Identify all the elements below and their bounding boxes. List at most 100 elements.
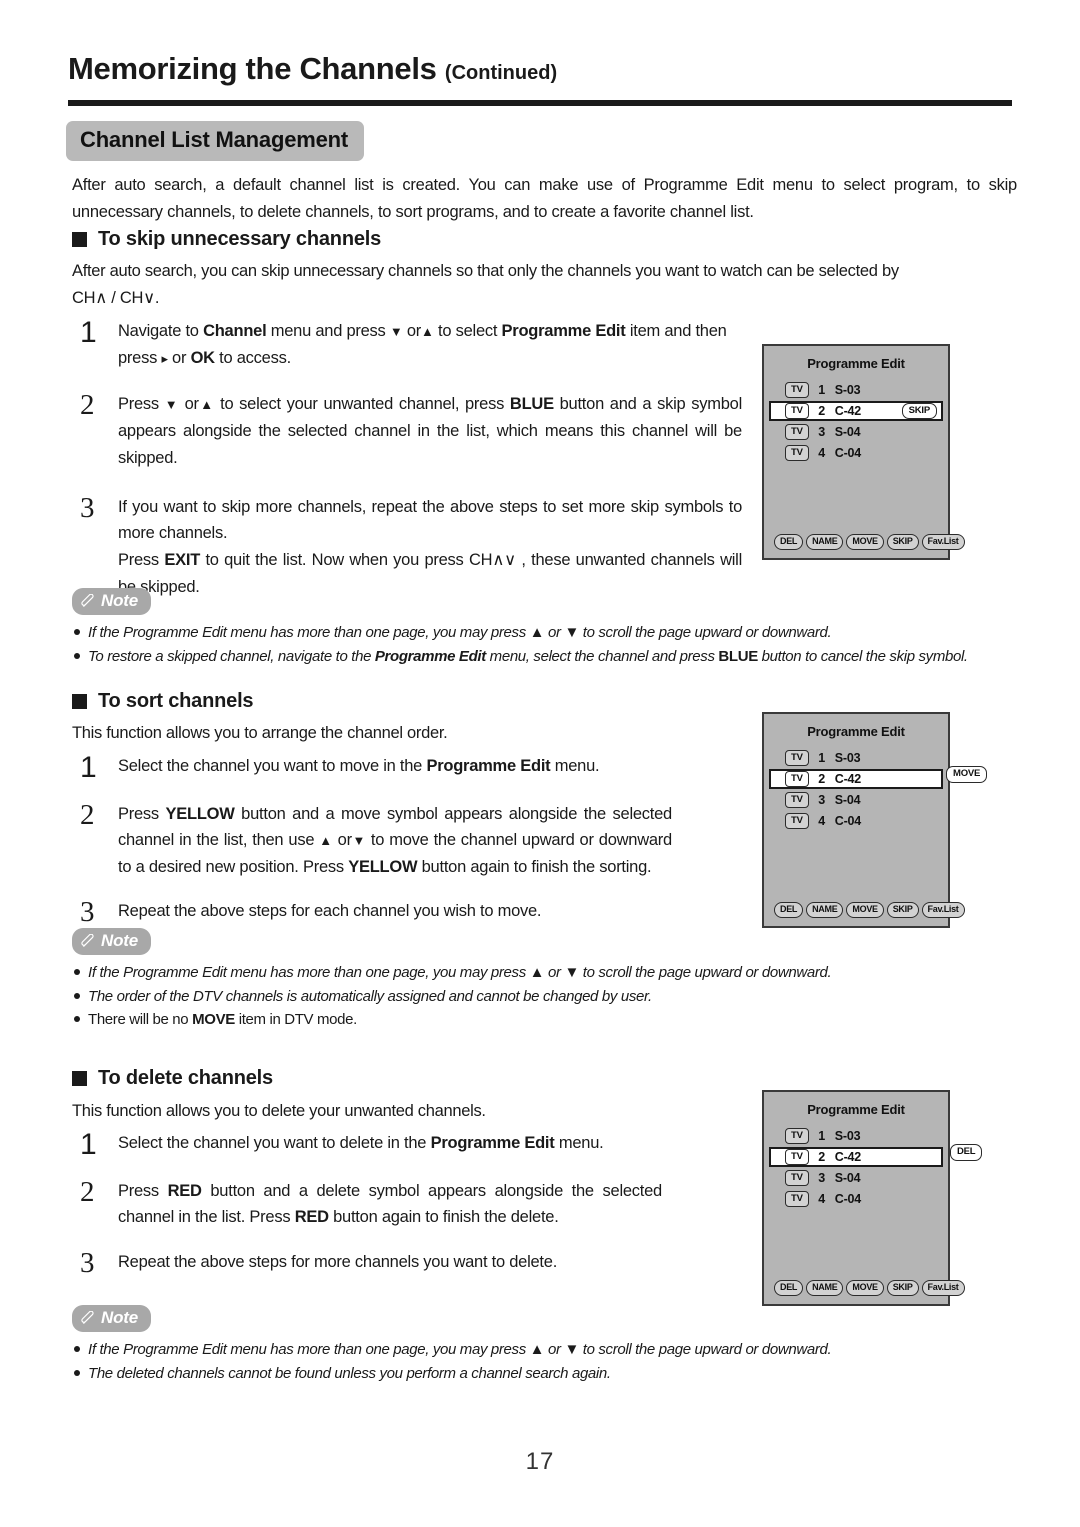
osd-button-skip[interactable]: SKIP <box>886 534 919 550</box>
osd-button-move[interactable]: MOVE <box>846 534 884 550</box>
header-divider <box>68 100 1012 106</box>
page-title-continued: (Continued) <box>444 62 558 84</box>
step-text-part: or <box>178 395 199 414</box>
step-text-bold: Programme Edit <box>426 757 551 775</box>
move-flag-badge: MOVE <box>946 766 988 783</box>
step-text-bold: BLUE <box>509 395 554 414</box>
note-badge: Note <box>72 928 151 955</box>
osd-title: Programme Edit <box>807 724 905 739</box>
step-text-part: menu and press <box>266 322 390 340</box>
page-title: Memorizing the Channels (Continued) <box>68 51 1018 86</box>
step-text-part: to quit the list. Now when you press CH <box>200 551 493 570</box>
arrow-up-icon: ▲ <box>319 833 333 849</box>
note-text-part: There will be no <box>88 1011 193 1029</box>
osd-channel-row[interactable]: TV 3 S-04 <box>773 790 939 810</box>
pencil-icon <box>81 1310 94 1324</box>
page-number: 17 <box>525 1448 555 1475</box>
note-text-part: or <box>544 964 565 981</box>
note-item: If the Programme Edit menu has more than… <box>72 961 1022 985</box>
step-text-bold: Programme Edit <box>501 322 626 340</box>
note-badge-label: Note <box>101 591 138 610</box>
step-number: 3 <box>80 1246 95 1279</box>
tv-type-tag: TV <box>785 812 809 830</box>
channel-name: S-04 <box>834 1171 861 1185</box>
skip-flag-badge: SKIP <box>901 402 937 420</box>
osd-channel-row[interactable]: TV 3 S-04 <box>773 1168 939 1188</box>
bullet-square-icon <box>72 232 87 247</box>
osd-button-del[interactable]: DEL <box>774 534 804 550</box>
step-number: 2 <box>80 389 95 422</box>
note-text-part: or <box>544 624 565 641</box>
osd-button-fav-list[interactable]: Fav.List <box>921 902 965 918</box>
osd-button-name[interactable]: NAME <box>806 534 844 550</box>
step-text: Press YELLOW button and a move symbol ap… <box>118 801 672 881</box>
skip-lede-line2: CH∧ / CH∨. <box>72 288 160 307</box>
osd-button-move[interactable]: MOVE <box>846 1280 884 1296</box>
channel-name: C-42 <box>834 404 862 418</box>
osd-button-skip[interactable]: SKIP <box>886 1280 919 1296</box>
osd-channel-row[interactable]: TV 1 S-03 <box>773 380 939 400</box>
tv-type-tag: TV <box>785 1169 809 1187</box>
arrow-down-icon: ▼ <box>564 624 579 641</box>
osd-button-move[interactable]: MOVE <box>846 902 884 918</box>
section-intro-paragraph: After auto search, a default channel lis… <box>72 176 1017 221</box>
arrow-up-icon: ▲ <box>529 964 545 981</box>
osd-panel-skip: Programme Edit TV 1 S-03 TV 2 C-42 SKIP … <box>762 344 965 560</box>
step-text-part: or <box>167 348 191 367</box>
step-number: 1 <box>80 1128 97 1161</box>
channel-name: C-42 <box>834 772 862 786</box>
tv-type-tag: TV <box>785 381 809 399</box>
tv-type-tag: TV <box>785 423 809 441</box>
step-item: 2 Press RED button and a delete symbol a… <box>72 1177 662 1231</box>
manual-page: Memorizing the Channels (Continued) Chan… <box>0 0 1080 1527</box>
osd-channel-row-selected[interactable]: TV 2 C-42 SKIP <box>769 401 943 421</box>
arrow-down-icon: ▼ <box>164 397 179 413</box>
osd-button-del[interactable]: DEL <box>774 1280 804 1296</box>
note-block-sort: Note If the Programme Edit menu has more… <box>72 928 1022 1032</box>
step-text: Repeat the above steps for more channels… <box>118 1252 558 1271</box>
ch-updown-icon: ∧∨ <box>492 551 516 570</box>
osd-channel-list: TV 1 S-03 TV 2 C-42 TV 3 S-04 TV 4 C-04 <box>769 1126 943 1209</box>
step-text: Press RED button and a delete symbol app… <box>118 1178 662 1231</box>
tv-type-tag: TV <box>785 1127 809 1145</box>
osd-channel-row[interactable]: TV 1 S-03 <box>773 748 939 768</box>
osd-channel-row[interactable]: TV 4 C-04 <box>773 811 939 831</box>
channel-name: C-04 <box>834 446 862 460</box>
channel-name: S-03 <box>834 1129 861 1143</box>
step-text-part: menu. <box>550 757 600 775</box>
osd-channel-row[interactable]: TV 4 C-04 <box>773 1189 939 1209</box>
osd-channel-row[interactable]: TV 4 C-04 <box>773 443 939 463</box>
note-text-bold: MOVE <box>192 1011 235 1029</box>
tv-type-tag: TV <box>785 791 809 809</box>
osd-button-name[interactable]: NAME <box>806 1280 844 1296</box>
osd-channel-row-selected[interactable]: TV 2 C-42 <box>769 769 943 789</box>
note-items: If the Programme Edit menu has more than… <box>72 961 1022 1032</box>
delete-lede: This function allows you to delete your … <box>72 1102 486 1120</box>
osd-channel-row[interactable]: TV 3 S-04 <box>773 422 939 442</box>
note-text-part: menu, select the channel and press <box>485 647 719 665</box>
step-number: 3 <box>80 491 95 524</box>
osd-channel-list: TV 1 S-03 TV 2 C-42 TV 3 S-04 TV 4 C-04 <box>769 748 943 831</box>
osd-button-fav-list[interactable]: Fav.List <box>921 1280 965 1296</box>
osd-channel-row-selected[interactable]: TV 2 C-42 <box>769 1147 943 1167</box>
page-title-main: Memorizing the Channels <box>68 51 437 86</box>
channel-number: 1 <box>818 1129 826 1143</box>
step-number: 1 <box>80 751 97 784</box>
note-text-part: button to cancel the skip symbol. <box>757 647 968 665</box>
note-item: There will be no MOVE item in DTV mode. <box>72 1008 1022 1032</box>
step-number: 1 <box>80 316 97 349</box>
channel-number: 4 <box>818 446 826 460</box>
subheading-sort-channels: To sort channels <box>72 690 254 713</box>
osd-button-name[interactable]: NAME <box>806 902 844 918</box>
osd-channel-row[interactable]: TV 1 S-03 <box>773 1126 939 1146</box>
delete-steps-list: 1 Select the channel you want to delete … <box>72 1130 662 1294</box>
channel-number: 2 <box>818 772 826 786</box>
step-text-part: Press <box>118 804 166 823</box>
channel-name: S-04 <box>834 425 861 439</box>
subheading-delete-channels: To delete channels <box>72 1067 273 1090</box>
step-text-part: If you want to skip more channels, repea… <box>118 497 742 543</box>
osd-button-skip[interactable]: SKIP <box>886 902 919 918</box>
osd-button-del[interactable]: DEL <box>774 902 804 918</box>
note-text-part: to scroll the page upward or downward. <box>578 1341 832 1358</box>
osd-button-fav-list[interactable]: Fav.List <box>921 534 965 550</box>
